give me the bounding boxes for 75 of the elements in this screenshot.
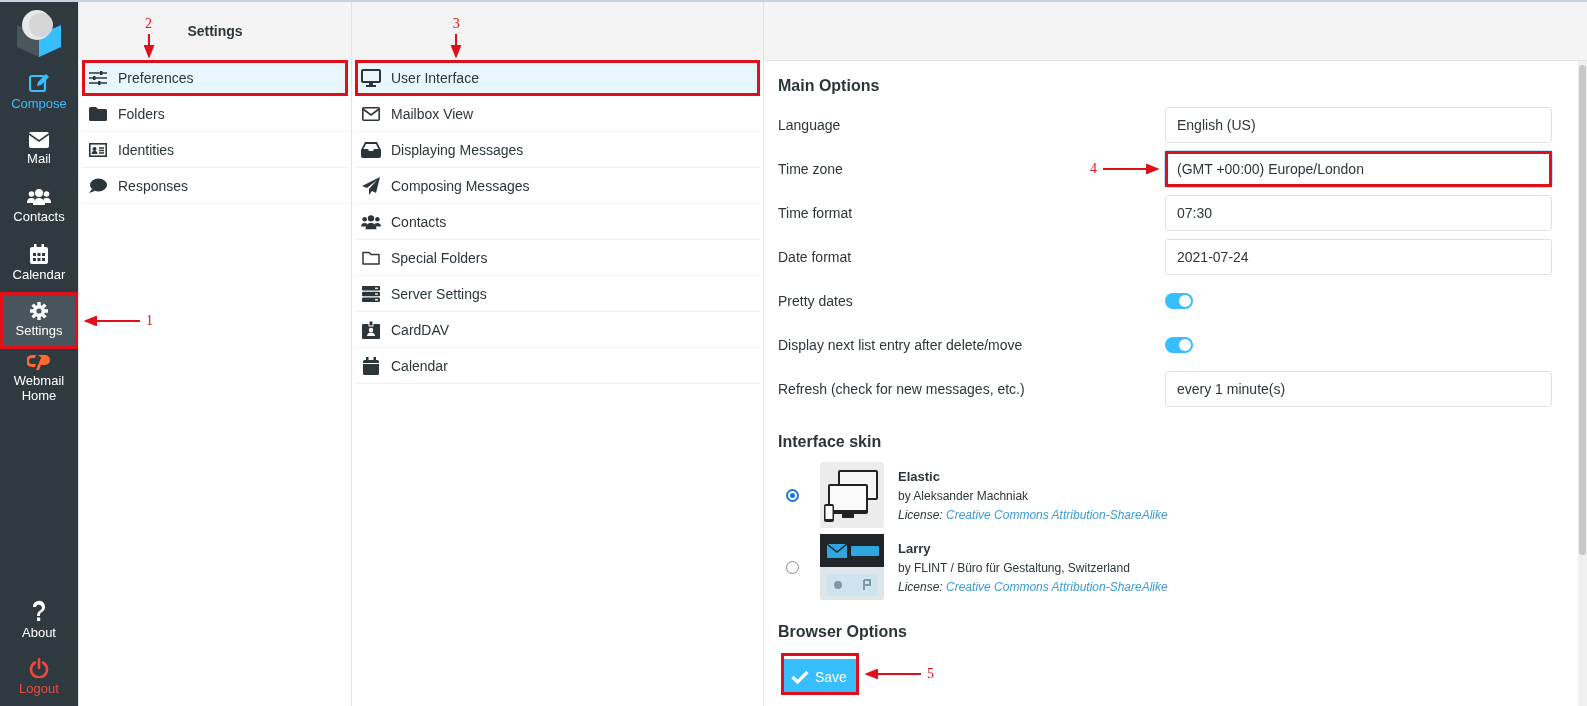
section-item[interactable]: Displaying Messages — [355, 132, 760, 168]
section-item[interactable]: Special Folders — [355, 240, 760, 276]
callout-number: 5 — [926, 666, 934, 682]
envelope-icon — [29, 132, 49, 149]
option-label: Date format — [778, 249, 852, 265]
nav-item[interactable]: Contacts — [0, 178, 78, 235]
envelope-icon — [361, 106, 381, 121]
skin-preview-drawing — [820, 462, 884, 528]
paper-plane-icon — [361, 176, 381, 195]
nav-item[interactable]: Calendar — [0, 235, 78, 292]
callout-number: 3 — [452, 16, 460, 32]
option-label: Display next list entry after delete/move — [778, 337, 1023, 353]
option-label: Time zone — [778, 161, 843, 177]
skin-name: Elastic — [898, 468, 941, 484]
nav-item[interactable]: Webmail Home — [0, 349, 78, 406]
select-field[interactable]: 07:30 — [1165, 195, 1552, 231]
callout-arrow — [143, 34, 154, 58]
select-field[interactable]: every 1 minute(s) — [1165, 371, 1552, 407]
option-label: Refresh (check for new messages, etc.) — [778, 381, 1025, 397]
sliders-icon — [88, 70, 108, 85]
section-item[interactable]: Server Settings — [355, 276, 760, 312]
id-card-icon — [88, 142, 108, 157]
section-item[interactable]: Calendar — [355, 348, 760, 384]
select-field[interactable]: 2021-07-24 — [1165, 239, 1552, 275]
gear-icon — [30, 302, 48, 321]
option-label: Time format — [778, 205, 853, 221]
nav-item[interactable]: Compose — [0, 64, 78, 121]
cpanel-logo-icon — [27, 352, 51, 371]
nav-item[interactable]: Mail — [0, 121, 78, 178]
settings-menu-item[interactable]: Folders — [82, 96, 348, 132]
toggle-switch[interactable] — [1165, 293, 1193, 309]
callout-number: 1 — [146, 312, 153, 329]
section-item[interactable]: Contacts — [355, 204, 760, 240]
people-icon — [361, 213, 381, 230]
callout-number: 4 — [1090, 161, 1097, 177]
callout-arrow — [84, 315, 140, 326]
skin-preview-drawing — [820, 534, 884, 600]
panel-title: Settings — [187, 23, 243, 39]
folder-icon — [88, 106, 108, 121]
people-icon — [27, 188, 51, 207]
skin-author: by FLINT / Büro für Gestaltung, Switzerland — [898, 560, 1131, 575]
callout-arrow — [451, 34, 462, 58]
compose-icon — [29, 73, 49, 94]
callout-number: 2 — [145, 16, 152, 32]
section-item[interactable]: Composing Messages — [355, 168, 760, 204]
calendar-icon — [30, 244, 48, 265]
toggle-switch[interactable] — [1165, 337, 1193, 353]
nav-item[interactable]: About — [0, 592, 78, 649]
callout-arrow — [864, 669, 921, 679]
speech-bubble-icon — [88, 177, 108, 194]
callout-arrow — [1103, 164, 1159, 174]
section-heading: Interface skin — [778, 432, 883, 452]
server-icon — [361, 285, 381, 302]
settings-menu-item[interactable]: Responses — [82, 168, 348, 204]
section-heading: Main Options — [778, 76, 881, 96]
section-heading: Browser Options — [778, 622, 908, 642]
license-text: License: Creative Commons Attribution-ShareAlike — [898, 579, 1168, 594]
calendar-icon — [361, 356, 381, 375]
checkmark-icon — [791, 670, 809, 684]
power-icon — [29, 658, 49, 679]
radio-button[interactable] — [786, 488, 799, 502]
license-text: License: Creative Commons Attribution-ShareAlike — [898, 507, 1168, 522]
section-item[interactable]: CardDAV — [355, 312, 760, 348]
skin-author: by Aleksander Machniak — [898, 488, 1030, 503]
option-label: Language — [778, 117, 841, 133]
option-label: Pretty dates — [778, 293, 853, 309]
folder-outline-icon — [361, 250, 381, 265]
select-field[interactable]: English (US) — [1165, 107, 1552, 143]
question-mark-icon — [31, 600, 47, 623]
skin-name: Larry — [898, 540, 932, 556]
monitor-icon — [361, 68, 381, 87]
inbox-tray-icon — [361, 141, 381, 158]
contact-badge-icon — [361, 320, 381, 339]
section-item[interactable]: Mailbox View — [355, 96, 760, 132]
settings-menu-item[interactable]: Identities — [82, 132, 348, 168]
